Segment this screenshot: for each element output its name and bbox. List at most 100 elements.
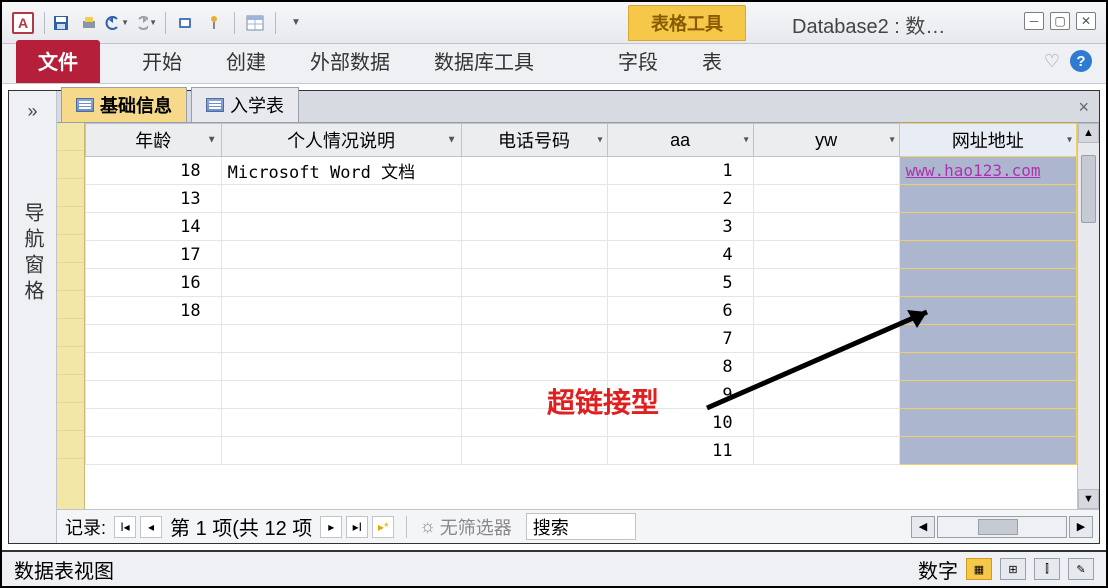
cell-desc[interactable]: [221, 213, 461, 241]
cell-aa[interactable]: 4: [607, 241, 753, 269]
cell-yw[interactable]: [753, 325, 899, 353]
cell-age[interactable]: [86, 437, 222, 465]
close-object-button[interactable]: ×: [1078, 97, 1089, 118]
expand-nav-button[interactable]: »: [27, 101, 37, 122]
horizontal-scrollbar[interactable]: ◀ ▶: [911, 516, 1093, 538]
prev-record-button[interactable]: ◂: [140, 516, 162, 538]
table-row[interactable]: 18 6: [86, 297, 1077, 325]
cell-age[interactable]: 18: [86, 157, 222, 185]
object-tab-enrollment[interactable]: 入学表: [191, 87, 299, 122]
hscroll-track[interactable]: [937, 516, 1067, 538]
cell-yw[interactable]: [753, 269, 899, 297]
table-row[interactable]: 18Microsoft Word 文档1www.hao123.com: [86, 157, 1077, 185]
cell-age[interactable]: [86, 325, 222, 353]
cell-url[interactable]: [899, 297, 1076, 325]
cell-age[interactable]: 14: [86, 213, 222, 241]
table-row[interactable]: 9: [86, 381, 1077, 409]
cell-url[interactable]: www.hao123.com: [899, 157, 1076, 185]
new-record-button[interactable]: ▸*: [372, 516, 394, 538]
next-record-button[interactable]: ▸: [320, 516, 342, 538]
qat-customize-button[interactable]: ▼: [284, 11, 308, 35]
cell-age[interactable]: 13: [86, 185, 222, 213]
cell-phone[interactable]: [461, 241, 607, 269]
qat-datasheet-button[interactable]: [243, 11, 267, 35]
tab-file[interactable]: 文件: [16, 40, 100, 83]
cell-url[interactable]: [899, 325, 1076, 353]
filter-indicator[interactable]: ☼无筛选器: [419, 514, 512, 540]
cell-age[interactable]: 18: [86, 297, 222, 325]
table-row[interactable]: 8: [86, 353, 1077, 381]
cell-age[interactable]: 16: [86, 269, 222, 297]
row-selector-column[interactable]: [57, 123, 85, 509]
cell-aa[interactable]: 6: [607, 297, 753, 325]
design-view-button[interactable]: ✎: [1068, 558, 1094, 580]
cell-age[interactable]: [86, 353, 222, 381]
cell-url[interactable]: [899, 269, 1076, 297]
cell-phone[interactable]: [461, 437, 607, 465]
cell-aa[interactable]: 8: [607, 353, 753, 381]
vertical-scrollbar[interactable]: ▲ ▼: [1077, 123, 1099, 509]
minimize-button[interactable]: ─: [1024, 12, 1044, 30]
cell-yw[interactable]: [753, 213, 899, 241]
cell-desc[interactable]: [221, 381, 461, 409]
search-input[interactable]: [526, 513, 636, 540]
cell-aa[interactable]: 11: [607, 437, 753, 465]
ribbon-minimize-icon[interactable]: ♡: [1044, 51, 1060, 72]
cell-desc[interactable]: [221, 353, 461, 381]
cell-desc[interactable]: [221, 437, 461, 465]
cell-phone[interactable]: [461, 213, 607, 241]
pivot-view-button[interactable]: ⊞: [1000, 558, 1026, 580]
tab-database-tools[interactable]: 数据库工具: [412, 40, 556, 83]
cell-age[interactable]: 17: [86, 241, 222, 269]
cell-url[interactable]: [899, 409, 1076, 437]
cell-desc[interactable]: [221, 241, 461, 269]
cell-phone[interactable]: [461, 157, 607, 185]
cell-aa[interactable]: 7: [607, 325, 753, 353]
first-record-button[interactable]: I◂: [114, 516, 136, 538]
undo-button[interactable]: ▼: [105, 11, 129, 35]
cell-url[interactable]: [899, 381, 1076, 409]
table-row[interactable]: 17 4: [86, 241, 1077, 269]
table-row[interactable]: 13 2: [86, 185, 1077, 213]
cell-yw[interactable]: [753, 241, 899, 269]
cell-aa[interactable]: 10: [607, 409, 753, 437]
table-row[interactable]: 16 5: [86, 269, 1077, 297]
cell-yw[interactable]: [753, 381, 899, 409]
cell-phone[interactable]: [461, 325, 607, 353]
redo-button[interactable]: ▼: [133, 11, 157, 35]
cell-aa[interactable]: 2: [607, 185, 753, 213]
cell-aa[interactable]: 9: [607, 381, 753, 409]
cell-url[interactable]: [899, 353, 1076, 381]
tab-create[interactable]: 创建: [204, 40, 288, 83]
help-button[interactable]: ?: [1070, 50, 1092, 72]
maximize-button[interactable]: ▢: [1050, 12, 1070, 30]
cell-url[interactable]: [899, 213, 1076, 241]
tab-external-data[interactable]: 外部数据: [288, 40, 412, 83]
tab-fields[interactable]: 字段: [596, 40, 680, 83]
qat-item-2[interactable]: [202, 11, 226, 35]
cell-phone[interactable]: [461, 409, 607, 437]
table-row[interactable]: 7: [86, 325, 1077, 353]
save-button[interactable]: [49, 11, 73, 35]
scroll-right-button[interactable]: ▶: [1069, 516, 1093, 538]
column-headers[interactable]: 年龄▼ 个人情况说明▼ 电话号码▾ aa▾ yw▾ 网址地址▾: [86, 124, 1077, 157]
cell-aa[interactable]: 1: [607, 157, 753, 185]
cell-desc[interactable]: [221, 185, 461, 213]
cell-aa[interactable]: 5: [607, 269, 753, 297]
hscroll-thumb[interactable]: [978, 519, 1018, 535]
cell-phone[interactable]: [461, 297, 607, 325]
cell-url[interactable]: [899, 437, 1076, 465]
datasheet-view-button[interactable]: ▦: [966, 558, 992, 580]
cell-phone[interactable]: [461, 269, 607, 297]
quick-print-button[interactable]: [77, 11, 101, 35]
cell-url[interactable]: [899, 185, 1076, 213]
scroll-up-button[interactable]: ▲: [1078, 123, 1099, 143]
object-tab-basic-info[interactable]: 基础信息: [61, 87, 187, 122]
cell-yw[interactable]: [753, 185, 899, 213]
tab-home[interactable]: 开始: [120, 40, 204, 83]
table-row[interactable]: 143: [86, 213, 1077, 241]
cell-phone[interactable]: [461, 185, 607, 213]
cell-phone[interactable]: [461, 353, 607, 381]
cell-desc[interactable]: [221, 325, 461, 353]
cell-yw[interactable]: [753, 437, 899, 465]
